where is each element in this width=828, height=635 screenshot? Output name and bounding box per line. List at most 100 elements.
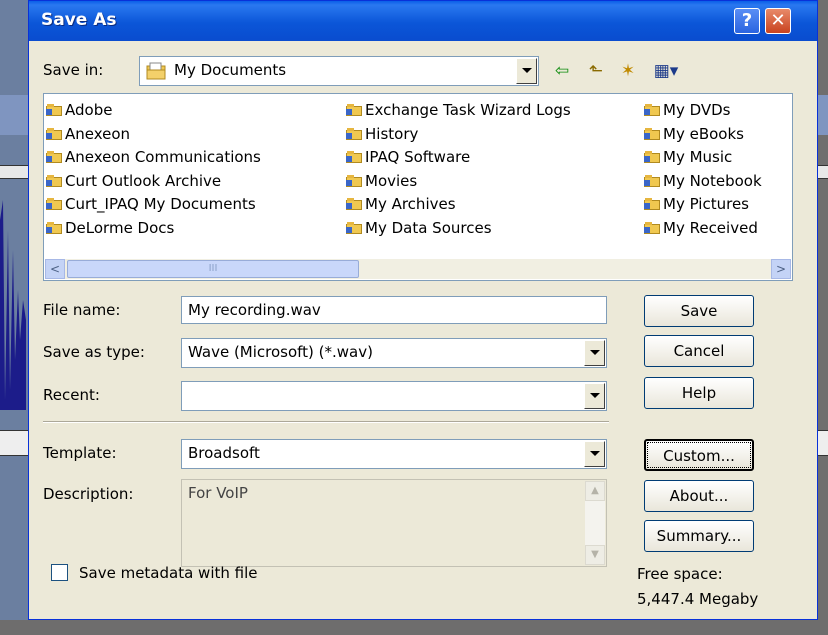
- save-as-type-value: Wave (Microsoft) (*.wav): [188, 343, 373, 361]
- save-as-type-dropdown[interactable]: Wave (Microsoft) (*.wav): [181, 338, 607, 368]
- folder-name: My Notebook: [663, 171, 762, 190]
- folder-icon: [346, 127, 362, 140]
- file-name-value: My recording.wav: [188, 301, 321, 319]
- template-value: Broadsoft: [188, 444, 260, 462]
- folder-item[interactable]: Adobe: [46, 100, 261, 124]
- save-metadata-checkbox[interactable]: [51, 564, 68, 581]
- dialog-title: Save As: [41, 10, 117, 30]
- folder-icon: [46, 174, 62, 187]
- description-label: Description:: [43, 485, 134, 503]
- folder-name: My Data Sources: [365, 218, 492, 237]
- folder-name: Anexeon: [65, 124, 131, 143]
- description-field: For VoIP ▲ ▼: [181, 479, 607, 567]
- my-documents-icon: [146, 62, 166, 80]
- folder-name: My DVDs: [663, 101, 731, 119]
- background-app-bottom: [0, 620, 828, 635]
- folder-name: Movies: [365, 171, 418, 190]
- folder-name: My eBooks: [663, 124, 744, 143]
- cancel-button[interactable]: Cancel: [644, 335, 754, 367]
- back-icon[interactable]: ⇦: [551, 61, 573, 81]
- folder-item[interactable]: My eBooks: [644, 124, 762, 148]
- free-space-label: Free space:: [637, 565, 723, 583]
- folder-name: IPAQ Software: [365, 148, 471, 166]
- title-bar[interactable]: Save As ? ✕: [29, 1, 817, 41]
- folder-item[interactable]: Anexeon: [46, 124, 261, 148]
- folder-icon: [346, 221, 362, 234]
- folder-item[interactable]: DeLorme Docs: [46, 218, 261, 242]
- scroll-up-icon: ▲: [585, 481, 605, 501]
- folder-icon: [346, 198, 362, 210]
- custom-button[interactable]: Custom...: [644, 439, 754, 471]
- folder-name: Anexeon Communications: [65, 148, 261, 166]
- template-label: Template:: [43, 444, 117, 462]
- folder-icon: [346, 174, 362, 187]
- folder-item[interactable]: IPAQ Software: [346, 147, 571, 171]
- titlebar-close-button[interactable]: ✕: [765, 8, 791, 34]
- recent-dropdown[interactable]: [181, 381, 607, 411]
- folder-name: My Music: [663, 148, 733, 166]
- views-menu-icon[interactable]: ▦▾: [649, 61, 683, 81]
- save-in-label: Save in:: [43, 61, 104, 79]
- scroll-down-icon: ▼: [585, 545, 605, 565]
- folder-icon: [644, 127, 660, 140]
- description-scrollbar: ▲ ▼: [585, 481, 605, 565]
- folder-name: History: [365, 124, 419, 143]
- template-dropdown-arrow[interactable]: [584, 441, 605, 467]
- folder-name: Curt_IPAQ My Documents: [65, 195, 256, 213]
- about-button[interactable]: About...: [644, 480, 754, 512]
- folder-icon: [644, 151, 660, 163]
- folder-item[interactable]: Anexeon Communications: [46, 147, 261, 171]
- save-in-value: My Documents: [174, 61, 287, 79]
- template-dropdown[interactable]: Broadsoft: [181, 439, 607, 469]
- folder-item[interactable]: History: [346, 124, 571, 148]
- folder-icon: [46, 198, 62, 210]
- folder-name: Curt Outlook Archive: [65, 171, 222, 190]
- file-name-input[interactable]: My recording.wav: [181, 296, 607, 324]
- up-one-level-icon[interactable]: ⬑: [585, 61, 607, 81]
- audio-waveform: [0, 200, 26, 410]
- folder-item[interactable]: My Notebook: [644, 171, 762, 195]
- folder-item[interactable]: My Data Sources: [346, 218, 571, 242]
- help-button[interactable]: Help: [644, 377, 754, 409]
- save-metadata-label: Save metadata with file: [79, 564, 258, 582]
- folder-name: My Received: [663, 218, 758, 237]
- folder-item[interactable]: My Received: [644, 218, 762, 242]
- folder-icon: [346, 104, 362, 116]
- save-in-dropdown[interactable]: My Documents: [139, 56, 539, 86]
- recent-label: Recent:: [43, 386, 100, 404]
- folder-icon: [46, 221, 62, 234]
- folder-item[interactable]: Movies: [346, 171, 571, 195]
- folder-item[interactable]: My Archives: [346, 194, 571, 218]
- recent-dropdown-arrow[interactable]: [584, 383, 605, 409]
- folder-icon: [644, 221, 660, 234]
- save-as-type-dropdown-arrow[interactable]: [584, 340, 605, 366]
- file-column-1: Adobe Anexeon Anexeon Communications Cur…: [46, 100, 261, 241]
- horizontal-scrollbar[interactable]: < III >: [45, 259, 791, 279]
- folder-icon: [46, 104, 62, 116]
- save-in-dropdown-arrow[interactable]: [516, 58, 537, 84]
- folder-item[interactable]: Curt_IPAQ My Documents: [46, 194, 261, 218]
- folder-item[interactable]: Exchange Task Wizard Logs: [346, 100, 571, 124]
- folder-name: My Archives: [365, 195, 456, 213]
- new-folder-icon[interactable]: ✶: [617, 61, 639, 81]
- file-column-3: My DVDs My eBooks My Music My Notebook M…: [644, 100, 762, 241]
- folder-icon: [644, 174, 660, 187]
- save-button[interactable]: Save: [644, 295, 754, 327]
- folder-item[interactable]: My DVDs: [644, 100, 762, 124]
- save-as-type-label: Save as type:: [43, 343, 145, 361]
- description-value: For VoIP: [188, 484, 248, 502]
- folder-name: DeLorme Docs: [65, 218, 175, 237]
- file-list[interactable]: Adobe Anexeon Anexeon Communications Cur…: [43, 93, 793, 281]
- scroll-right-button[interactable]: >: [771, 259, 791, 279]
- titlebar-help-button[interactable]: ?: [734, 8, 760, 34]
- scroll-left-button[interactable]: <: [45, 259, 65, 279]
- folder-icon: [644, 198, 660, 210]
- folder-item[interactable]: My Pictures: [644, 194, 762, 218]
- folder-name: Exchange Task Wizard Logs: [365, 101, 571, 119]
- file-name-label: File name:: [43, 301, 121, 319]
- folder-icon: [346, 151, 362, 163]
- scroll-thumb[interactable]: III: [67, 260, 359, 278]
- folder-item[interactable]: Curt Outlook Archive: [46, 171, 261, 195]
- summary-button[interactable]: Summary...: [644, 520, 754, 552]
- folder-item[interactable]: My Music: [644, 147, 762, 171]
